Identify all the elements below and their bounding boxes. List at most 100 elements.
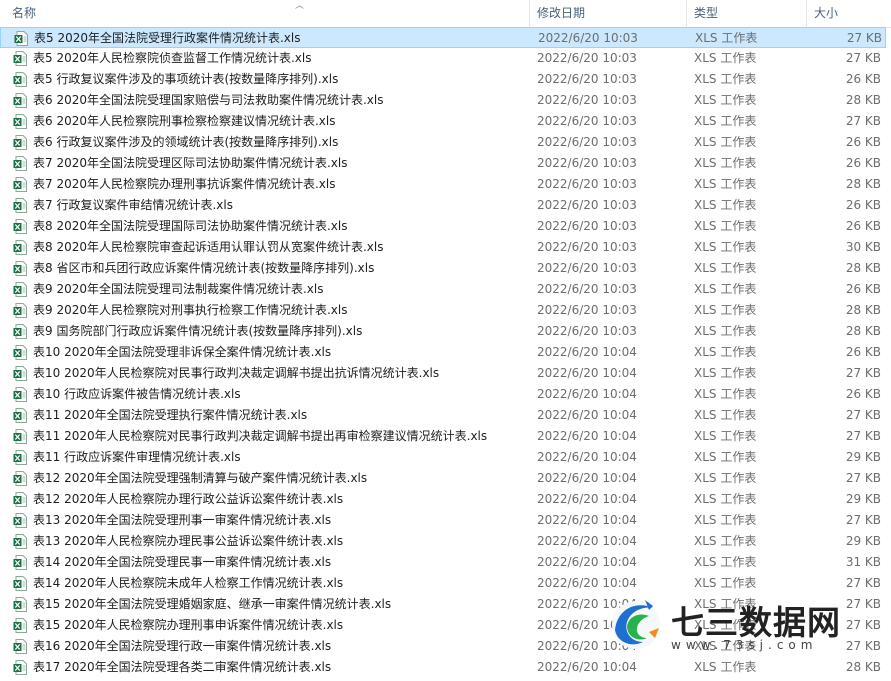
excel-file-icon <box>13 282 27 297</box>
file-type: XLS 工作表 <box>694 261 757 275</box>
file-size: 26 KB <box>845 198 881 212</box>
file-type: XLS 工作表 <box>694 72 757 86</box>
column-header-modified[interactable]: 修改日期 <box>537 0 585 27</box>
file-name: 表9 国务院部门行政应诉案件情况统计表(按数量降序排列).xls <box>33 324 363 338</box>
file-row[interactable]: 表10 2020年人民检察院对民事行政判决裁定调解书提出抗诉情况统计表.xls 2… <box>0 363 886 384</box>
file-row[interactable]: 表10 行政应诉案件被告情况统计表.xls 2022/6/20 10:04 XLS … <box>0 384 886 405</box>
column-header-type[interactable]: 类型 <box>694 0 718 27</box>
file-row[interactable]: 表5 行政复议案件涉及的事项统计表(按数量降序排列).xls 2022/6/20 … <box>0 69 886 90</box>
file-size: 26 KB <box>845 282 881 296</box>
file-name: 表6 2020年全国法院受理国家赔偿与司法救助案件情况统计表.xls <box>33 93 384 107</box>
file-row[interactable]: 表8 省区市和兵团行政应诉案件情况统计表(按数量降序排列).xls 2022/6/… <box>0 258 886 279</box>
file-type: XLS 工作表 <box>694 450 757 464</box>
column-header-size[interactable]: 大小 <box>814 0 838 27</box>
file-modified: 2022/6/20 10:03 <box>537 135 637 149</box>
file-row[interactable]: 表11 行政应诉案件审理情况统计表.xls 2022/6/20 10:04 XLS … <box>0 447 886 468</box>
excel-file-icon <box>14 31 28 46</box>
file-size: 27 KB <box>845 408 881 422</box>
watermark: 七三数据网 www.73sj.com <box>605 592 885 662</box>
excel-file-icon <box>13 429 27 444</box>
file-row[interactable]: 表14 2020年全国法院受理民事一审案件情况统计表.xls 2022/6/20 … <box>0 552 886 573</box>
file-type: XLS 工作表 <box>694 198 757 212</box>
file-type: XLS 工作表 <box>694 534 757 548</box>
file-row[interactable]: 表7 2020年人民检察院办理刑事抗诉案件情况统计表.xls 2022/6/20 … <box>0 174 886 195</box>
file-row[interactable]: 表12 2020年全国法院受理强制清算与破产案件情况统计表.xls 2022/6/… <box>0 468 886 489</box>
file-row[interactable]: 表6 2020年全国法院受理国家赔偿与司法救助案件情况统计表.xls 2022/6… <box>0 90 886 111</box>
file-type: XLS 工作表 <box>694 114 757 128</box>
excel-file-icon <box>13 492 27 507</box>
file-name: 表7 2020年全国法院受理区际司法协助案件情况统计表.xls <box>33 156 348 170</box>
file-modified: 2022/6/20 10:04 <box>537 387 637 401</box>
file-type: XLS 工作表 <box>694 93 757 107</box>
file-row[interactable]: 表9 国务院部门行政应诉案件情况统计表(按数量降序排列).xls 2022/6/2… <box>0 321 886 342</box>
column-divider[interactable] <box>529 0 530 27</box>
file-modified: 2022/6/20 10:04 <box>537 366 637 380</box>
excel-file-icon <box>13 639 27 654</box>
file-modified: 2022/6/20 10:04 <box>537 408 637 422</box>
file-type: XLS 工作表 <box>694 156 757 170</box>
file-row[interactable]: 表7 行政复议案件审结情况统计表.xls 2022/6/20 10:03 XLS 工… <box>0 195 886 216</box>
file-size: 26 KB <box>845 219 881 233</box>
file-size: 27 KB <box>845 513 881 527</box>
file-name: 表7 2020年人民检察院办理刑事抗诉案件情况统计表.xls <box>33 177 336 191</box>
file-row[interactable]: 表9 2020年人民检察院对刑事执行检察工作情况统计表.xls 2022/6/20… <box>0 300 886 321</box>
excel-file-icon <box>13 219 27 234</box>
file-size: 31 KB <box>845 555 881 569</box>
file-row[interactable]: 表13 2020年全国法院受理刑事一审案件情况统计表.xls 2022/6/20 … <box>0 510 886 531</box>
file-modified: 2022/6/20 10:03 <box>537 72 637 86</box>
file-type: XLS 工作表 <box>694 513 757 527</box>
excel-file-icon <box>13 261 27 276</box>
file-name: 表6 行政复议案件涉及的领域统计表(按数量降序排列).xls <box>33 135 339 149</box>
file-modified: 2022/6/20 10:04 <box>537 534 637 548</box>
file-type: XLS 工作表 <box>694 303 757 317</box>
file-size: 28 KB <box>845 324 881 338</box>
file-row[interactable]: 表10 2020年全国法院受理非诉保全案件情况统计表.xls 2022/6/20 … <box>0 342 886 363</box>
file-size: 28 KB <box>845 261 881 275</box>
file-row[interactable]: 表11 2020年全国法院受理执行案件情况统计表.xls 2022/6/20 10… <box>0 405 886 426</box>
excel-file-icon <box>13 366 27 381</box>
file-type: XLS 工作表 <box>694 555 757 569</box>
file-modified: 2022/6/20 10:03 <box>537 156 637 170</box>
file-row[interactable]: 表7 2020年全国法院受理区际司法协助案件情况统计表.xls 2022/6/20… <box>0 153 886 174</box>
file-modified: 2022/6/20 10:03 <box>537 198 637 212</box>
file-row[interactable]: 表13 2020年人民检察院办理民事公益诉讼案件统计表.xls 2022/6/20… <box>0 531 886 552</box>
file-size: 29 KB <box>845 492 881 506</box>
file-size: 27 KB <box>845 471 881 485</box>
sort-caret-icon: ︿ <box>295 1 305 11</box>
column-divider[interactable] <box>806 0 807 27</box>
file-name: 表5 行政复议案件涉及的事项统计表(按数量降序排列).xls <box>33 72 339 86</box>
file-name: 表8 2020年人民检察院审查起诉适用认罪认罚从宽案件统计表.xls <box>33 240 384 254</box>
excel-file-icon <box>13 114 27 129</box>
file-name: 表7 行政复议案件审结情况统计表.xls <box>33 198 233 212</box>
excel-file-icon <box>13 534 27 549</box>
file-type: XLS 工作表 <box>694 282 757 296</box>
file-row[interactable]: 表5 2020年人民检察院侦查监督工作情况统计表.xls 2022/6/20 10… <box>0 48 886 69</box>
excel-file-icon <box>13 72 27 87</box>
file-row[interactable]: 表11 2020年人民检察院对民事行政判决裁定调解书提出再审检察建议情况统计表.… <box>0 426 886 447</box>
excel-file-icon <box>13 303 27 318</box>
file-name: 表10 2020年全国法院受理非诉保全案件情况统计表.xls <box>33 345 332 359</box>
excel-file-icon <box>13 135 27 150</box>
excel-file-icon <box>13 555 27 570</box>
file-row[interactable]: 表8 2020年人民检察院审查起诉适用认罪认罚从宽案件统计表.xls 2022/6… <box>0 237 886 258</box>
file-row[interactable]: 表12 2020年人民检察院办理行政公益诉讼案件统计表.xls 2022/6/20… <box>0 489 886 510</box>
file-row[interactable]: 表14 2020年人民检察院未成年人检察工作情况统计表.xls 2022/6/20… <box>0 573 886 594</box>
file-type: XLS 工作表 <box>694 240 757 254</box>
file-name: 表10 行政应诉案件被告情况统计表.xls <box>33 387 241 401</box>
file-modified: 2022/6/20 10:04 <box>537 345 637 359</box>
watermark-title: 七三数据网 <box>671 603 841 642</box>
file-name: 表11 2020年人民检察院对民事行政判决裁定调解书提出再审检察建议情况统计表.… <box>33 429 488 443</box>
file-modified: 2022/6/20 10:04 <box>537 450 637 464</box>
file-modified: 2022/6/20 10:03 <box>537 51 637 65</box>
logo-icon <box>612 600 660 649</box>
file-row[interactable]: 表8 2020年全国法院受理国际司法协助案件情况统计表.xls 2022/6/20… <box>0 216 886 237</box>
column-header-name[interactable]: 名称 <box>12 0 36 27</box>
excel-file-icon <box>13 408 27 423</box>
column-divider[interactable] <box>686 0 687 27</box>
file-size: 29 KB <box>845 450 881 464</box>
file-row[interactable]: 表5 2020年全国法院受理行政案件情况统计表.xls 2022/6/20 10:… <box>0 27 886 48</box>
file-row[interactable]: 表9 2020年全国法院受理司法制裁案件情况统计表.xls 2022/6/20 1… <box>0 279 886 300</box>
file-row[interactable]: 表6 行政复议案件涉及的领域统计表(按数量降序排列).xls 2022/6/20 … <box>0 132 886 153</box>
file-size: 29 KB <box>845 534 881 548</box>
file-row[interactable]: 表6 2020年人民检察院刑事检察检察建议情况统计表.xls 2022/6/20 … <box>0 111 886 132</box>
